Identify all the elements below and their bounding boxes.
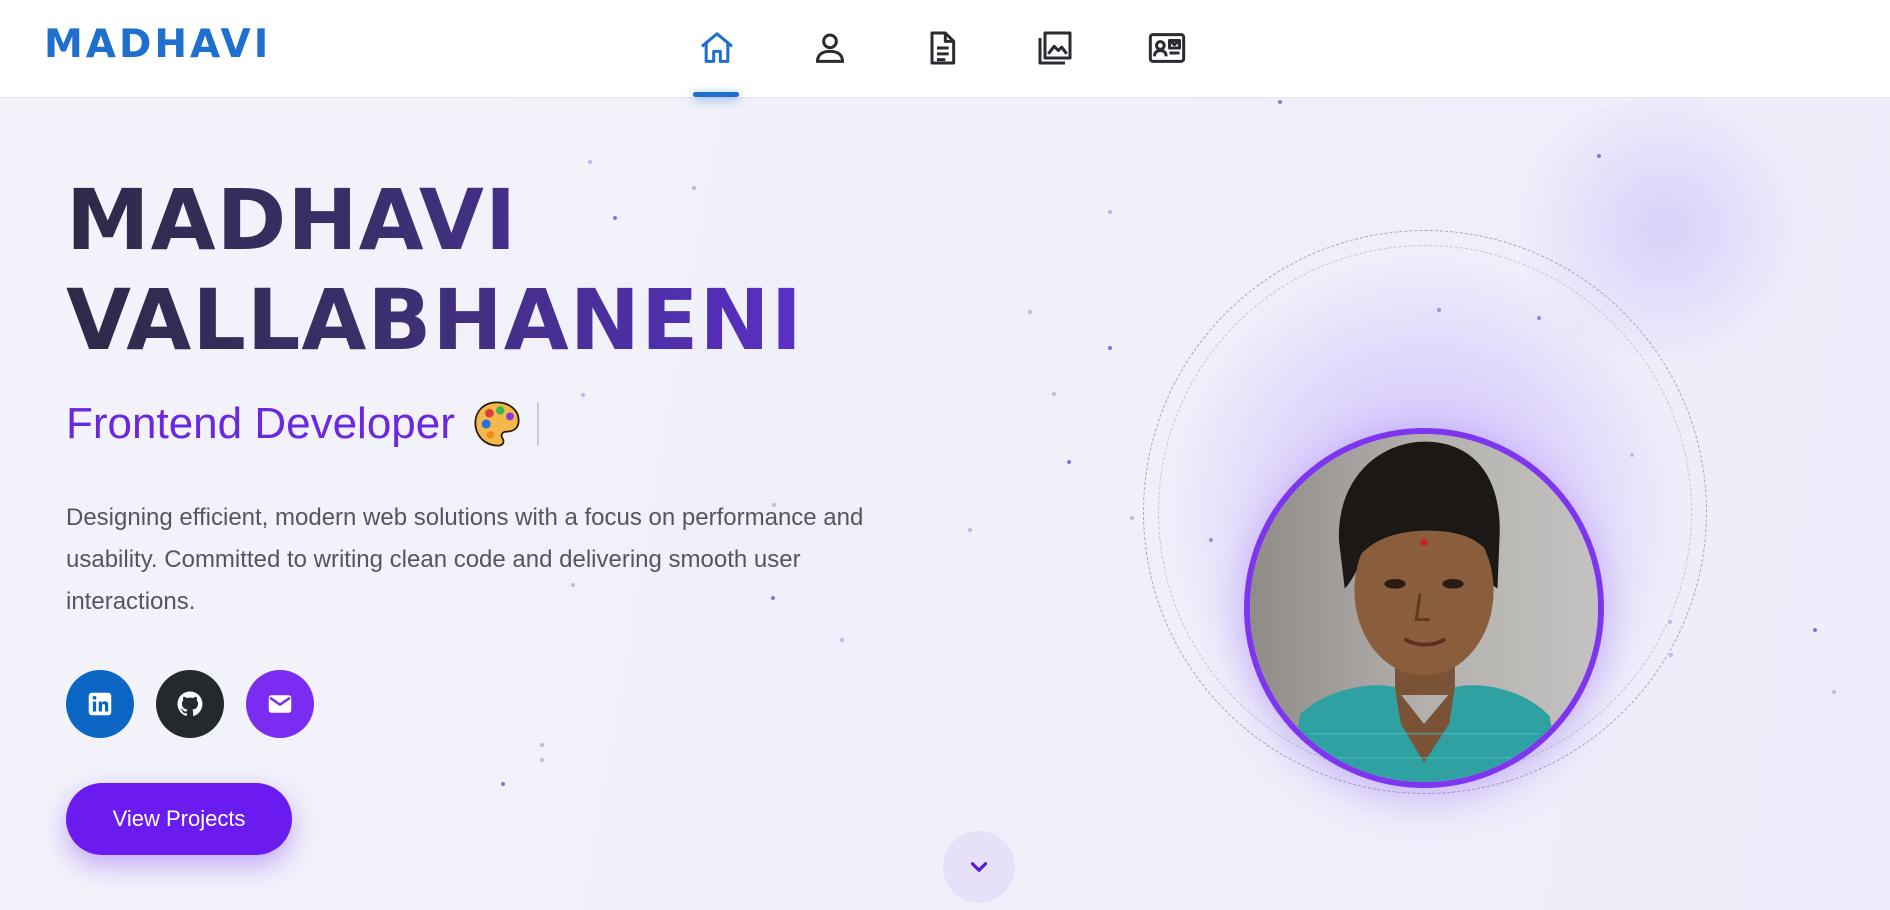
view-projects-button[interactable]: View Projects [66,783,292,855]
nav-projects[interactable] [1033,26,1077,70]
profile-photo [1244,428,1604,788]
artist-palette-icon [474,401,520,447]
user-icon [815,33,845,63]
github-button[interactable] [156,670,224,738]
scroll-down-button[interactable] [943,831,1015,903]
home-icon [701,32,733,63]
nav-active-indicator [693,92,739,97]
name-first: MADHAVI [66,171,518,269]
profile-photo-image [1250,434,1598,782]
hero-role: Frontend Developer [66,398,539,450]
nav-home[interactable] [695,26,739,70]
hero-description: Designing efficient, modern web solution… [66,504,864,615]
typing-cursor [536,402,539,446]
chevron-down-icon [970,862,988,872]
navbar: MADHAVI [0,0,1890,98]
portfolio-page: MADHAVI MADHAVI VALLABHANENI Frontend De… [0,0,1890,910]
site-logo[interactable]: MADHAVI [44,22,271,67]
document-icon [930,31,956,65]
nav-contact[interactable] [1145,26,1189,70]
nav-resume[interactable] [920,26,964,70]
hero-section: MADHAVI VALLABHANENI Frontend Developer … [0,98,1890,910]
nav-about[interactable] [808,26,852,70]
linkedin-button[interactable] [66,670,134,738]
gallery-icon [1038,31,1072,65]
mail-icon [268,695,292,713]
contact-card-icon [1148,33,1186,63]
github-icon [177,691,203,716]
role-text: Frontend Developer [66,399,455,448]
linkedin-icon [88,692,112,716]
email-button[interactable] [246,670,314,738]
hero-name: MADHAVI VALLABHANENI [66,170,803,370]
name-last: VALLABHANENI [66,271,803,369]
